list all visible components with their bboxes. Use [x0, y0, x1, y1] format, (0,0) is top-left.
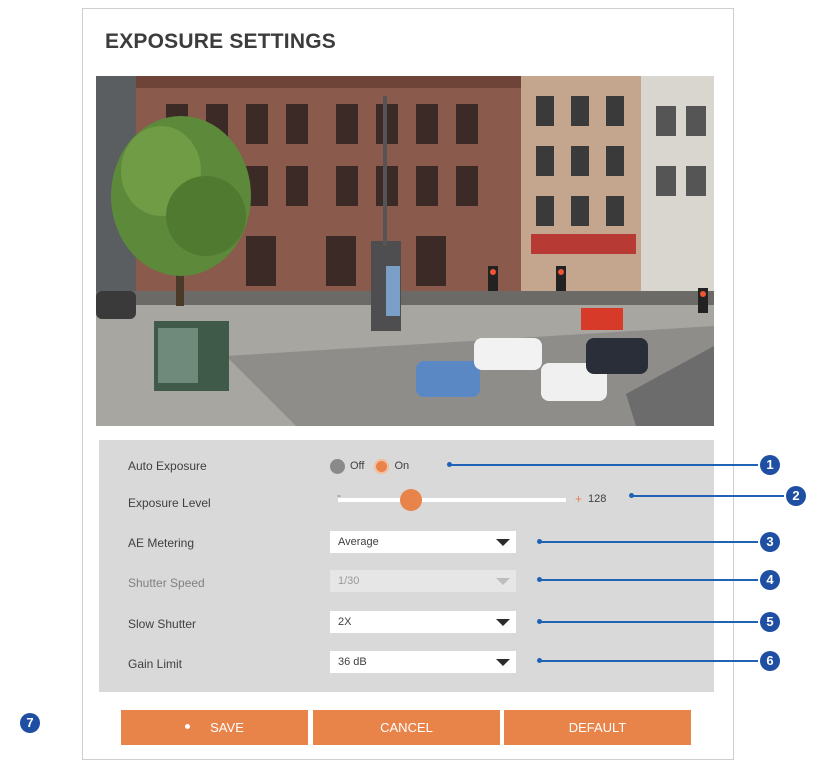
default-button-label: DEFAULT: [568, 720, 627, 735]
callout-line-4: [540, 579, 758, 581]
cancel-button[interactable]: CANCEL: [313, 710, 500, 745]
callout-badge-1: 1: [760, 455, 780, 475]
shutter-speed-label: Shutter Speed: [128, 576, 205, 590]
callout-badge-5: 5: [760, 612, 780, 632]
callout-badge-4: 4: [760, 570, 780, 590]
gain-limit-label: Gain Limit: [128, 657, 183, 671]
cancel-button-label: CANCEL: [380, 720, 433, 735]
shutter-speed-select: 1/30: [330, 570, 516, 592]
page-title: EXPOSURE SETTINGS: [105, 30, 336, 53]
exposure-level-label: Exposure Level: [128, 496, 211, 510]
exposure-level-slider-track[interactable]: [338, 498, 566, 502]
slow-shutter-label: Slow Shutter: [128, 617, 197, 631]
ae-metering-label: AE Metering: [128, 536, 195, 550]
callout-line-3: [540, 541, 758, 543]
callout-line-5: [540, 621, 758, 623]
auto-exposure-radio-group: Off On: [330, 456, 419, 476]
callout-dot-6: [537, 658, 542, 663]
ae-metering-select[interactable]: Average: [330, 531, 516, 553]
auto-exposure-label: Auto Exposure: [128, 459, 207, 473]
auto-exposure-off-label: Off: [350, 460, 365, 472]
auto-exposure-on-radio[interactable]: [374, 458, 390, 474]
callout-badge-6: 6: [760, 651, 780, 671]
slider-plus[interactable]: +: [575, 492, 582, 506]
slow-shutter-value: 2X: [338, 616, 352, 628]
gain-limit-select[interactable]: 36 dB: [330, 651, 516, 673]
chevron-down-icon: [496, 619, 510, 626]
exposure-level-slider-thumb[interactable]: [399, 489, 422, 511]
callout-line-6: [540, 660, 758, 662]
camera-preview: [96, 76, 714, 426]
chevron-down-icon: [496, 578, 510, 585]
street-scene-image: [96, 76, 714, 426]
callout-badge-2: 2: [786, 486, 806, 506]
callout-dot-2: [629, 493, 634, 498]
callout-badge-7: 7: [20, 713, 40, 733]
auto-exposure-off-radio[interactable]: [330, 458, 345, 474]
callout-line-2: [632, 495, 784, 497]
exposure-level-value: 128: [588, 493, 607, 505]
chevron-down-icon: [496, 539, 510, 546]
shutter-speed-value: 1/30: [338, 575, 360, 587]
slow-shutter-select[interactable]: 2X: [330, 611, 516, 633]
callout-dot-5: [537, 619, 542, 624]
chevron-down-icon: [496, 659, 510, 666]
default-button[interactable]: DEFAULT: [504, 710, 691, 745]
callout-dot-3: [537, 539, 542, 544]
callout-line-1: [450, 464, 758, 466]
callout-dot-4: [537, 577, 542, 582]
save-button[interactable]: SAVE: [121, 710, 308, 745]
auto-exposure-on-label: On: [394, 460, 410, 472]
save-button-label: SAVE: [210, 720, 244, 735]
callout-dot-1: [447, 462, 452, 467]
dot-icon: [185, 724, 191, 730]
gain-limit-value: 36 dB: [338, 656, 367, 668]
ae-metering-value: Average: [338, 536, 379, 548]
callout-badge-3: 3: [760, 532, 780, 552]
